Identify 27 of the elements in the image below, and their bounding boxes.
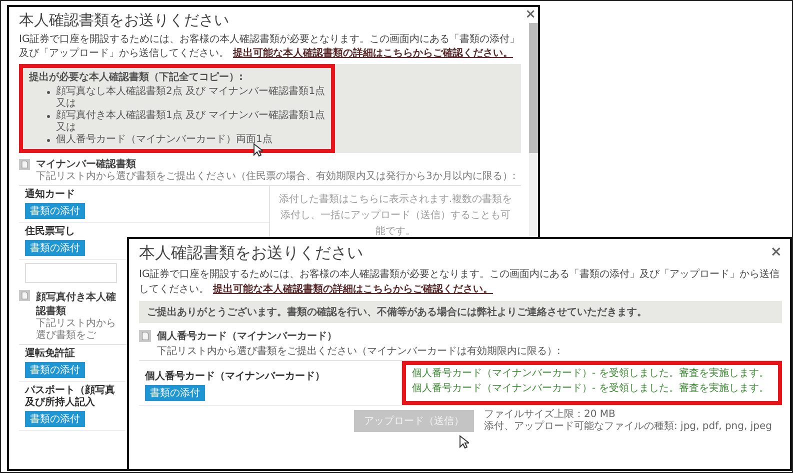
document-label: 通知カード	[25, 189, 75, 201]
or-text: 又は	[56, 122, 76, 134]
dialog-title: 本人確認書類をお送りください	[139, 243, 363, 264]
list-item-text: 顔写真なし本人確認書類2点 及び マイナンバー確認書類1点	[56, 86, 326, 98]
section-title: 顔写真付き本人確認書類	[36, 290, 117, 318]
required-heading: 提出が必要な本人確認書類（下記全てコピー）:	[29, 70, 244, 84]
file-limit-text: ファイルサイズ上限：20 MB	[484, 409, 616, 420]
list-item-text: 顔写真付き本人確認書類1点 及び マイナンバー確認書類1点	[56, 110, 326, 122]
section-title: 個人番号カード（マイナンバーカード）	[157, 330, 337, 343]
received-message: 個人番号カード（マイナンバーカード）- を受領しました。審査を実施します。	[412, 366, 769, 381]
intro-text: IG証券で口座を開設するためには、お客様の本人確認書類が必要となります。この画面内にある「書類の添付」及び「アップロード」から送信してください。 提出可能な本人確認書類の詳細はこちらからご確認ください。	[19, 33, 521, 61]
instruction-text: 下記リスト内から選び書類をご提出ください（住民票の場合、有効期限内又は発行から3か月以内に限る）:	[35, 171, 516, 183]
document-label: 個人番号カード（マイナンバーカード）	[145, 371, 325, 383]
document-label: 住民票写し	[25, 226, 75, 238]
instruction-text: 下記リスト内から選び書類をご	[35, 318, 117, 342]
notice-text: ご提出ありがとうございます。書類の確認を行い、不備等がある場合には弊社よりご連絡させていただきます。	[139, 301, 782, 323]
dialog-title: 本人確認書類をお送りください	[19, 11, 229, 30]
pane-hint: 添付した書類はこちらに表示されます.複数の書類を添付し、一括にアップロード（送信）することも可能です。	[278, 194, 512, 237]
list-item-text: 個人番号カード（マイナンバーカード）両面1点	[56, 134, 272, 146]
received-message: 個人番号カード（マイナンバーカード）- を受領しました。審査を実施します。	[412, 382, 769, 396]
instruction-text: 下記リスト内から選び書類をご提出ください（マイナンバーカードは有効期限内に限る）:	[156, 344, 560, 358]
section-title: マイナンバー確認書類	[36, 158, 136, 170]
document-label: 運転免許証	[25, 348, 75, 360]
file-limit-text: 添付、アップロード可能なファイルの種類: jpg, pdf, png, jpeg	[484, 421, 772, 433]
or-text: 又は	[56, 98, 76, 110]
intro-text: IG証券で口座を開設するためには、お客様の本人確認書類が必要となります。この画面内にある「書類の添付」及び「アップロード」から送信してください。 提出可能な本人確認書類の詳細はこちらからご確認ください。	[139, 268, 781, 297]
document-label: パスポート（顔写真及び所持人記入	[25, 385, 116, 409]
